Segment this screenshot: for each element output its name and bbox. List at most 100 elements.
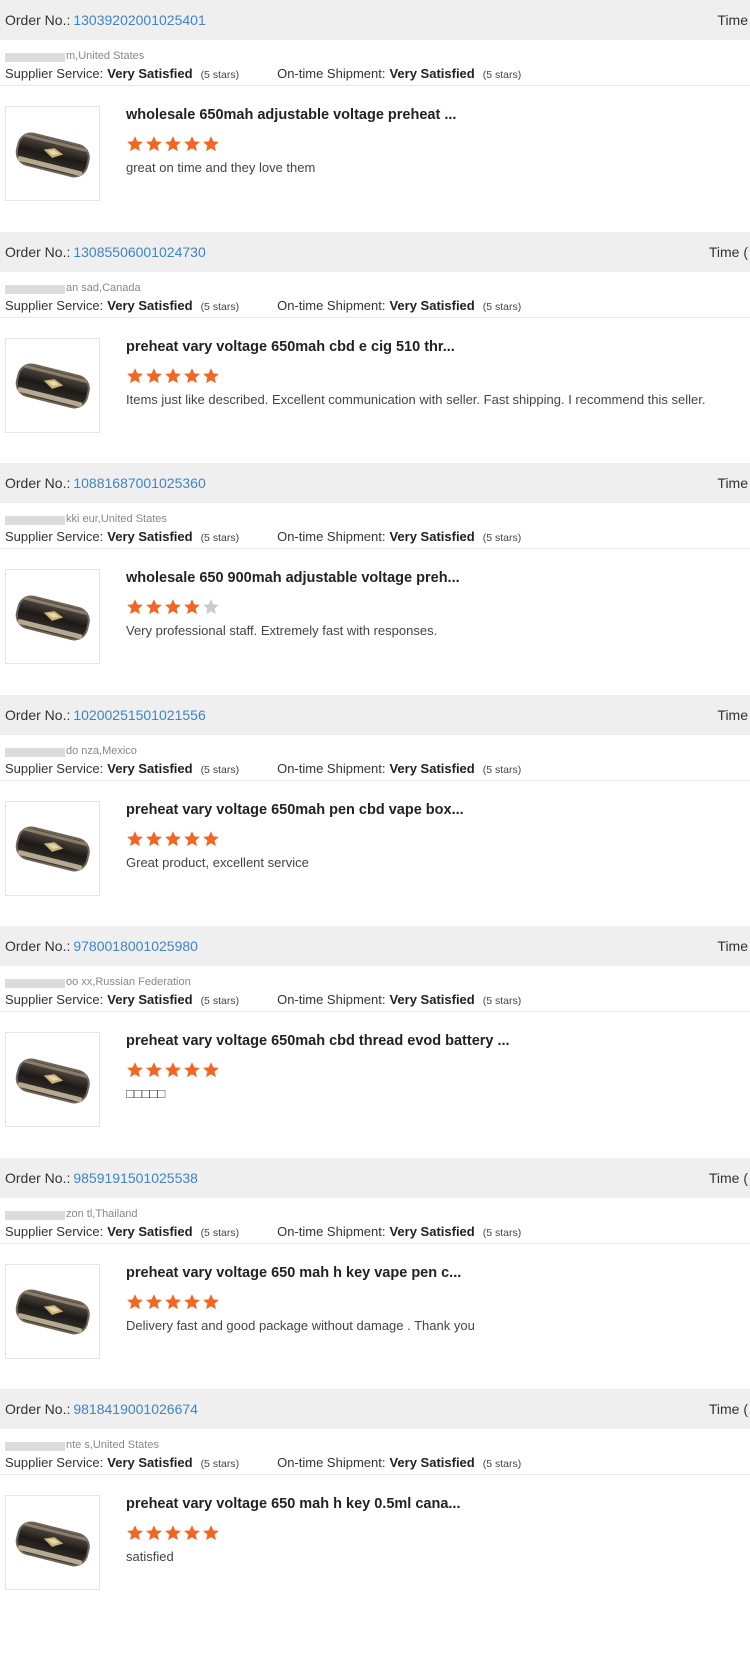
star-empty-icon — [202, 598, 220, 616]
seller-ratings: Supplier Service: Very Satisfied (5 star… — [0, 988, 750, 1012]
order-number-block: Order No.: 9859191501025538 — [5, 1170, 198, 1186]
shipment-value: Very Satisfied — [389, 1223, 475, 1239]
product-thumbnail[interactable] — [5, 569, 100, 664]
star-filled-icon — [164, 1524, 182, 1542]
product-title-link[interactable]: preheat vary voltage 650mah cbd e cig 51… — [126, 338, 705, 356]
shipment-label: On-time Shipment: — [277, 992, 386, 1007]
buyer-location: oo xx,Russian Federation — [66, 976, 191, 988]
order-header: Order No.: 9780018001025980 Time — [0, 926, 750, 966]
order-number-block: Order No.: 9818419001026674 — [5, 1401, 198, 1417]
order-number-block: Order No.: 13085506001024730 — [5, 244, 206, 260]
order-time-label: Time — [717, 938, 748, 954]
star-filled-icon — [126, 1061, 144, 1079]
supplier-service-stars: (5 stars) — [200, 300, 240, 313]
product-review: preheat vary voltage 650 mah h key vape … — [0, 1263, 750, 1359]
star-filled-icon — [183, 1524, 201, 1542]
order-number-link[interactable]: 9859191501025538 — [73, 1170, 198, 1186]
buyer-info: do nza,Mexico — [0, 735, 750, 757]
order-number-link[interactable]: 10200251501021556 — [73, 707, 205, 723]
product-review: preheat vary voltage 650 mah h key 0.5ml… — [0, 1495, 750, 1590]
product-thumbnail[interactable] — [5, 337, 100, 433]
order-no-label: Order No.: — [5, 1169, 71, 1186]
shipment-value: Very Satisfied — [389, 66, 475, 81]
seller-ratings: Supplier Service: Very Satisfied (5 star… — [0, 294, 750, 318]
supplier-service-stars: (5 stars) — [200, 763, 240, 776]
product-thumbnail[interactable] — [5, 106, 100, 201]
star-filled-icon — [164, 135, 182, 153]
review-star-rating — [126, 597, 460, 617]
order-number-link[interactable]: 9818419001026674 — [73, 1401, 198, 1417]
order-feedback-card: Order No.: 10200251501021556 Time do nza,… — [0, 694, 750, 926]
feedback-list: Order No.: 13039202001025401 Time m,Unite… — [0, 0, 750, 1621]
shipment-stars: (5 stars) — [482, 69, 522, 81]
star-filled-icon — [202, 1524, 220, 1542]
review-star-rating — [126, 134, 456, 154]
product-title-link[interactable]: preheat vary voltage 650 mah h key vape … — [126, 1264, 475, 1282]
order-number-link[interactable]: 9780018001025980 — [73, 938, 198, 954]
supplier-service-value: Very Satisfied — [107, 1455, 193, 1470]
shipment-label: On-time Shipment: — [277, 66, 386, 81]
shipment-rating: On-time Shipment: Very Satisfied (5 star… — [277, 1224, 521, 1239]
buyer-name-mask — [5, 53, 65, 62]
order-time-label: Time — [717, 475, 748, 491]
order-feedback-card: Order No.: 13039202001025401 Time m,Unite… — [0, 0, 750, 232]
seller-ratings: Supplier Service: Very Satisfied (5 star… — [0, 1451, 750, 1475]
supplier-service-rating: Supplier Service: Very Satisfied (5 star… — [5, 992, 239, 1007]
vape-battery-image — [15, 1520, 90, 1566]
product-title-link[interactable]: preheat vary voltage 650mah cbd thread e… — [126, 1032, 510, 1050]
order-number-block: Order No.: 10200251501021556 — [5, 707, 206, 723]
buyer-location: nte s,United States — [66, 1439, 159, 1451]
product-title-link[interactable]: wholesale 650mah adjustable voltage preh… — [126, 106, 456, 124]
review-comment: □□□□□ — [126, 1086, 166, 1101]
order-number-link[interactable]: 13039202001025401 — [73, 12, 205, 28]
seller-ratings: Supplier Service: Very Satisfied (5 star… — [0, 525, 750, 549]
shipment-stars: (5 stars) — [482, 532, 522, 544]
buyer-info: zon tl,Thailand — [0, 1198, 750, 1220]
shipment-label: On-time Shipment: — [277, 297, 386, 313]
star-filled-icon — [202, 135, 220, 153]
supplier-service-label: Supplier Service: — [5, 1455, 104, 1470]
buyer-name-mask — [5, 516, 65, 525]
star-filled-icon — [145, 598, 163, 616]
star-filled-icon — [183, 135, 201, 153]
review-star-rating — [126, 1060, 510, 1080]
vape-battery-image — [15, 363, 90, 409]
shipment-label: On-time Shipment: — [277, 760, 386, 776]
review-star-rating — [126, 1523, 460, 1543]
review-content: preheat vary voltage 650mah cbd thread e… — [126, 1032, 510, 1127]
review-comment: Great product, excellent service — [126, 854, 309, 870]
star-filled-icon — [164, 367, 182, 385]
star-filled-icon — [145, 830, 163, 848]
order-no-label: Order No.: — [5, 938, 71, 954]
star-filled-icon — [126, 1524, 144, 1542]
order-header: Order No.: 13039202001025401 Time — [0, 0, 750, 40]
product-thumbnail[interactable] — [5, 800, 100, 896]
star-filled-icon — [145, 135, 163, 153]
order-number-link[interactable]: 10881687001025360 — [73, 475, 205, 491]
product-title-link[interactable]: wholesale 650 900mah adjustable voltage … — [126, 569, 460, 587]
product-title-link[interactable]: preheat vary voltage 650mah pen cbd vape… — [126, 801, 464, 819]
shipment-label: On-time Shipment: — [277, 529, 386, 544]
product-thumbnail[interactable] — [5, 1032, 100, 1127]
buyer-location: do nza,Mexico — [66, 744, 137, 757]
buyer-name-mask — [5, 747, 65, 757]
shipment-value: Very Satisfied — [389, 760, 475, 776]
order-number-link[interactable]: 13085506001024730 — [73, 244, 205, 260]
product-title-link[interactable]: preheat vary voltage 650 mah h key 0.5ml… — [126, 1495, 460, 1513]
order-no-label: Order No.: — [5, 12, 71, 28]
supplier-service-stars: (5 stars) — [200, 1458, 240, 1470]
order-feedback-card: Order No.: 13085506001024730 Time ( an sa… — [0, 231, 750, 463]
supplier-service-value: Very Satisfied — [107, 760, 193, 776]
star-filled-icon — [145, 367, 163, 385]
product-thumbnail[interactable] — [5, 1263, 100, 1359]
product-thumbnail[interactable] — [5, 1495, 100, 1590]
supplier-service-label: Supplier Service: — [5, 760, 104, 776]
buyer-location: zon tl,Thailand — [66, 1207, 138, 1220]
buyer-info: kki eur,United States — [0, 503, 750, 525]
shipment-stars: (5 stars) — [482, 995, 522, 1007]
supplier-service-value: Very Satisfied — [107, 529, 193, 544]
supplier-service-rating: Supplier Service: Very Satisfied (5 star… — [5, 298, 239, 313]
star-filled-icon — [145, 1524, 163, 1542]
shipment-rating: On-time Shipment: Very Satisfied (5 star… — [277, 66, 521, 81]
order-no-label: Order No.: — [5, 475, 71, 491]
